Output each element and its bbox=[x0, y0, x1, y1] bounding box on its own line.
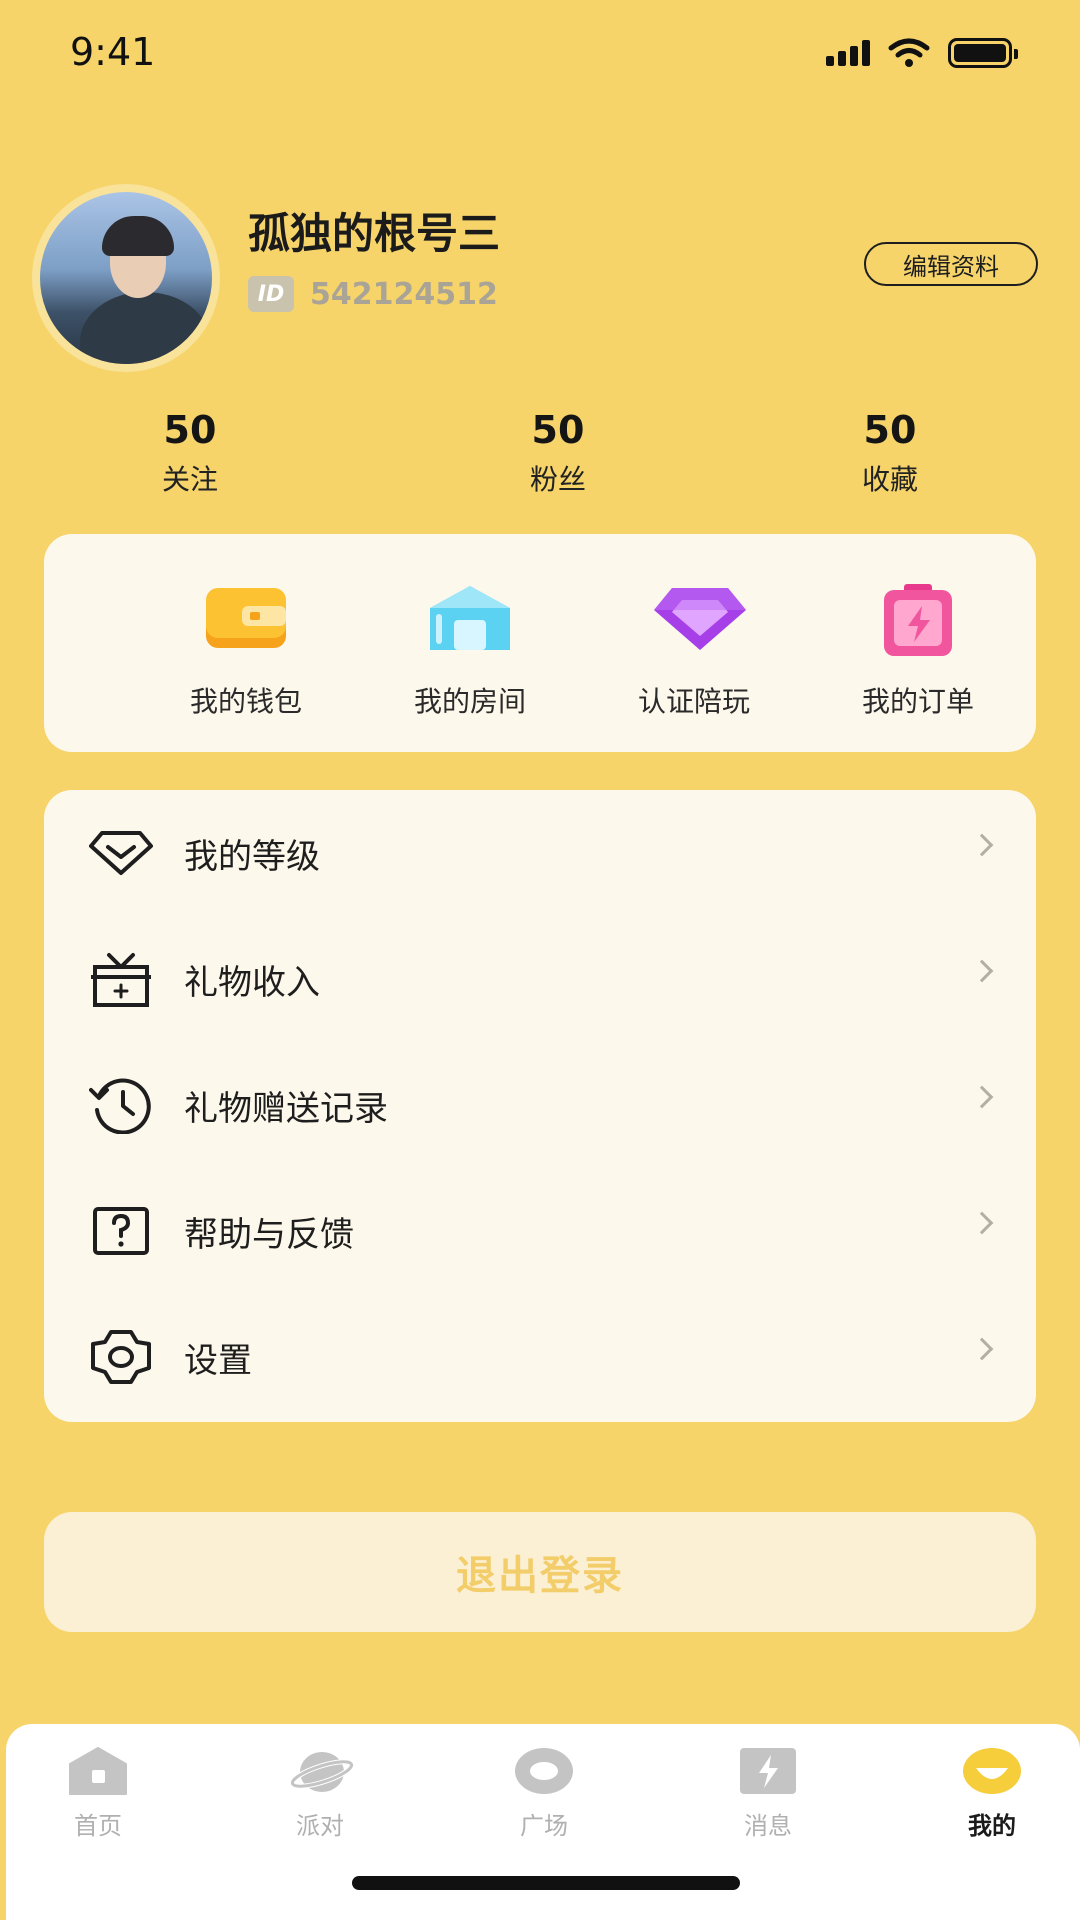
status-time: 9:41 bbox=[70, 30, 156, 74]
menu-item-label: 礼物收入 bbox=[184, 962, 320, 1003]
level-icon bbox=[86, 823, 156, 883]
user-id-row: ID 542124512 bbox=[248, 276, 498, 312]
tab-home[interactable]: 首页 bbox=[28, 1746, 168, 1841]
stat-label: 粉丝 bbox=[529, 463, 586, 496]
chevron-right-icon bbox=[970, 1337, 994, 1361]
id-badge: ID bbox=[248, 276, 294, 312]
status-bar: 9:41 bbox=[0, 0, 1080, 110]
menu-item-label: 帮助与反馈 bbox=[184, 1214, 354, 1255]
menu-item-gift-income[interactable]: 礼物收入 bbox=[44, 916, 1036, 1042]
tab-label: 我的 bbox=[968, 1812, 1016, 1840]
stat-value: 50 bbox=[163, 408, 217, 452]
user-id-value: 542124512 bbox=[310, 276, 498, 312]
stat-value: 50 bbox=[863, 408, 917, 452]
quick-action-label: 我的房间 bbox=[413, 685, 526, 718]
wifi-icon bbox=[888, 38, 930, 67]
tab-label: 派对 bbox=[296, 1812, 344, 1840]
tab-profile[interactable]: 我的 bbox=[922, 1746, 1062, 1841]
chevron-right-icon bbox=[970, 833, 994, 857]
avatar[interactable] bbox=[32, 184, 220, 372]
plaza-icon bbox=[514, 1746, 574, 1796]
history-icon bbox=[86, 1075, 156, 1135]
bottom-tab-bar: 首页 派对 广场 消息 我的 bbox=[6, 1724, 1080, 1920]
help-icon bbox=[86, 1201, 156, 1261]
room-icon bbox=[428, 584, 512, 652]
logout-button[interactable]: 退出登录 bbox=[44, 1512, 1036, 1632]
order-icon bbox=[876, 584, 960, 656]
home-icon bbox=[68, 1746, 128, 1796]
signal-icon bbox=[826, 40, 870, 66]
stat-fans[interactable]: 50 粉丝 bbox=[458, 408, 658, 498]
menu-item-label: 我的等级 bbox=[184, 836, 320, 877]
username: 孤独的根号三 bbox=[248, 209, 501, 258]
message-icon bbox=[738, 1746, 798, 1796]
diamond-icon bbox=[652, 584, 746, 652]
chevron-right-icon bbox=[970, 1085, 994, 1109]
tab-party[interactable]: 派对 bbox=[250, 1746, 390, 1841]
gift-icon bbox=[86, 949, 156, 1009]
stat-label: 关注 bbox=[161, 463, 218, 496]
quick-action-label: 我的钱包 bbox=[189, 685, 302, 718]
menu-item-label: 礼物赠送记录 bbox=[184, 1088, 388, 1129]
profile-icon bbox=[962, 1746, 1022, 1796]
quick-action-certify[interactable]: 认证陪玩 bbox=[582, 584, 806, 720]
tab-label: 广场 bbox=[520, 1812, 568, 1840]
quick-action-room[interactable]: 我的房间 bbox=[358, 584, 582, 720]
tab-plaza[interactable]: 广场 bbox=[474, 1746, 614, 1841]
menu-item-help[interactable]: 帮助与反馈 bbox=[44, 1168, 1036, 1294]
tab-messages[interactable]: 消息 bbox=[698, 1746, 838, 1841]
chevron-right-icon bbox=[970, 1211, 994, 1235]
quick-action-orders[interactable]: 我的订单 bbox=[806, 584, 1030, 720]
tab-label: 消息 bbox=[744, 1812, 792, 1840]
party-icon bbox=[289, 1746, 355, 1796]
status-icons bbox=[826, 38, 1018, 68]
menu-item-gift-history[interactable]: 礼物赠送记录 bbox=[44, 1042, 1036, 1168]
chevron-right-icon bbox=[970, 959, 994, 983]
stat-following[interactable]: 50 关注 bbox=[90, 408, 290, 498]
quick-action-wallet[interactable]: 我的钱包 bbox=[134, 584, 358, 720]
wallet-icon bbox=[204, 584, 288, 652]
tab-label: 首页 bbox=[74, 1812, 122, 1840]
battery-icon bbox=[948, 38, 1018, 68]
stat-label: 收藏 bbox=[861, 463, 918, 496]
menu-card: 我的等级 礼物收入 礼物赠送记录 帮助与反馈 设置 bbox=[44, 790, 1036, 1422]
menu-item-level[interactable]: 我的等级 bbox=[44, 790, 1036, 916]
stat-favorites[interactable]: 50 收藏 bbox=[790, 408, 990, 498]
edit-profile-button[interactable]: 编辑资料 bbox=[864, 242, 1038, 286]
quick-actions-card: 我的钱包 我的房间 认证陪玩 我的订单 bbox=[44, 534, 1036, 752]
quick-action-label: 认证陪玩 bbox=[637, 685, 750, 718]
home-indicator bbox=[352, 1876, 740, 1890]
quick-action-label: 我的订单 bbox=[861, 685, 974, 718]
stat-value: 50 bbox=[531, 408, 585, 452]
settings-icon bbox=[86, 1327, 156, 1387]
menu-item-label: 设置 bbox=[184, 1340, 252, 1381]
menu-item-settings[interactable]: 设置 bbox=[44, 1294, 1036, 1420]
